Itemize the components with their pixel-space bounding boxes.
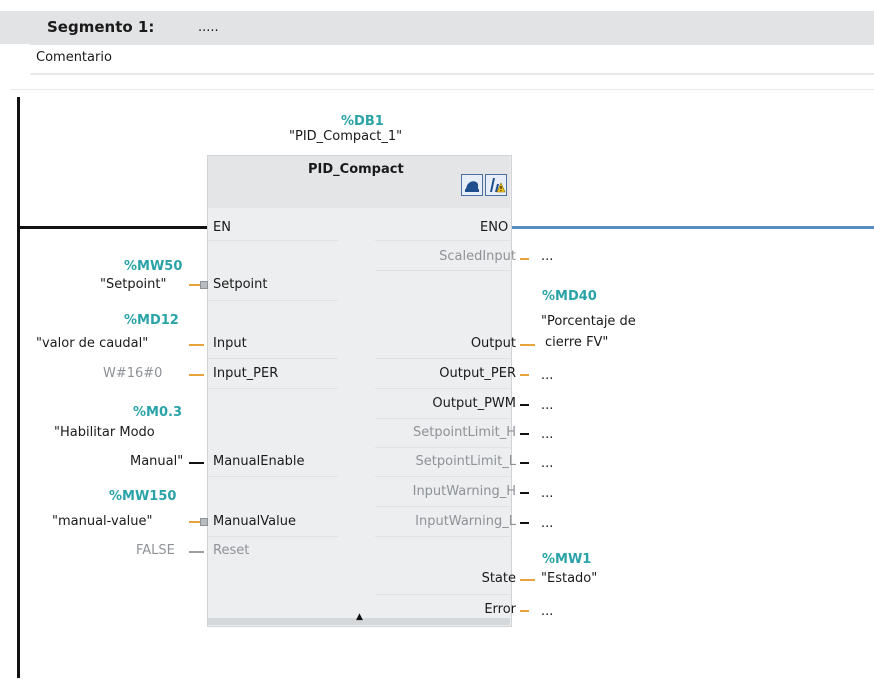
pin-divider (375, 536, 510, 537)
reset-connector (189, 551, 204, 553)
pin-divider (208, 536, 338, 537)
scaled-input-value[interactable]: ... (541, 249, 553, 264)
pin-output[interactable]: Output (471, 336, 516, 351)
manual-value-symbol[interactable]: "manual-value" (52, 514, 153, 529)
pin-divider (375, 594, 510, 595)
pin-input-warning-l[interactable]: InputWarning_L (415, 514, 516, 529)
pin-reset[interactable]: Reset (213, 543, 249, 558)
pin-input-per[interactable]: Input_PER (213, 366, 278, 381)
output-pwm-connector (520, 404, 529, 406)
manual-enable-connector (189, 462, 204, 464)
error-value[interactable]: ... (541, 604, 553, 619)
left-power-rail (17, 97, 20, 678)
pin-divider (208, 358, 338, 359)
segment-title: Segmento 1: (47, 18, 155, 36)
setpoint-limit-h-value[interactable]: ... (541, 427, 553, 442)
reset-value[interactable]: FALSE (136, 543, 175, 558)
pid-compact-block[interactable] (207, 155, 512, 627)
input-tag[interactable]: %MD12 (124, 313, 179, 328)
pin-scaled-input[interactable]: ScaledInput (439, 249, 516, 264)
pin-setpoint[interactable]: Setpoint (213, 277, 268, 292)
state-connector (520, 579, 535, 581)
pin-divider (375, 418, 510, 419)
pin-error[interactable]: Error (484, 602, 516, 617)
pin-output-per[interactable]: Output_PER (439, 366, 516, 381)
output-connector (520, 344, 535, 346)
input-per-value[interactable]: W#16#0 (103, 366, 162, 381)
pin-divider (375, 506, 510, 507)
output-tag[interactable]: %MD40 (542, 289, 597, 304)
setpoint-symbol[interactable]: "Setpoint" (100, 277, 166, 292)
pin-input-warning-h[interactable]: InputWarning_H (413, 484, 516, 499)
pin-divider (375, 358, 510, 359)
input-connector (189, 344, 204, 346)
instance-db-address[interactable]: %DB1 (341, 114, 384, 129)
state-symbol[interactable]: "Estado" (541, 571, 597, 586)
input-warning-l-connector (520, 522, 529, 524)
block-type-name: PID_Compact (308, 162, 404, 177)
manual-value-tag[interactable]: %MW150 (109, 489, 176, 504)
segment-comment-text: Comentario (36, 50, 112, 65)
manual-enable-symbol-line1[interactable]: "Habilitar Modo (54, 425, 155, 440)
setpoint-tag[interactable]: %MW50 (124, 259, 182, 274)
setpoint-limit-l-value[interactable]: ... (541, 456, 553, 471)
scaled-input-connector (520, 258, 529, 260)
eno-wire[interactable] (510, 226, 874, 229)
pin-divider (375, 476, 510, 477)
input-warning-h-value[interactable]: ... (541, 486, 553, 501)
output-symbol-line2[interactable]: cierre FV" (545, 335, 608, 350)
pin-manual-enable[interactable]: ManualEnable (213, 454, 305, 469)
manual-value-conversion-icon (200, 518, 208, 526)
en-wire[interactable] (20, 226, 208, 229)
input-symbol[interactable]: "valor de caudal" (36, 336, 148, 351)
segment-title-field[interactable]: ..... (198, 20, 219, 35)
pin-en[interactable]: EN (213, 220, 231, 235)
expand-arrow-icon[interactable]: ▲ (356, 612, 363, 622)
pin-output-pwm[interactable]: Output_PWM (432, 396, 516, 411)
output-per-connector (520, 374, 529, 376)
pin-setpoint-limit-h[interactable]: SetpointLimit_H (413, 425, 516, 440)
pin-setpoint-limit-l[interactable]: SetpointLimit_L (416, 454, 516, 469)
output-symbol-line1[interactable]: "Porcentaje de (541, 314, 636, 329)
pin-eno[interactable]: ENO (480, 220, 508, 235)
pin-state[interactable]: State (482, 571, 516, 586)
input-warning-h-connector (520, 492, 529, 494)
input-warning-l-value[interactable]: ... (541, 516, 553, 531)
setpoint-conversion-icon (200, 281, 208, 289)
manual-enable-tag[interactable]: %M0.3 (133, 405, 182, 420)
setpoint-connector (189, 284, 200, 286)
segment-comment-field[interactable] (30, 44, 874, 75)
input-per-connector (189, 374, 204, 376)
pin-divider (208, 300, 338, 301)
output-per-value[interactable]: ... (541, 368, 553, 383)
commissioning-icon[interactable] (461, 174, 483, 196)
configuration-icon[interactable] (485, 174, 507, 196)
pin-divider (375, 388, 510, 389)
manual-enable-symbol-line2[interactable]: Manual" (130, 454, 183, 469)
pin-manual-value[interactable]: ManualValue (213, 514, 296, 529)
pin-divider (208, 240, 338, 241)
pin-input[interactable]: Input (213, 336, 247, 351)
setpoint-limit-l-connector (520, 462, 529, 464)
pin-divider (375, 447, 510, 448)
pin-divider (375, 240, 510, 241)
output-pwm-value[interactable]: ... (541, 398, 553, 413)
instance-db-name[interactable]: "PID_Compact_1" (289, 129, 402, 144)
pin-divider (208, 388, 338, 389)
error-connector (520, 610, 529, 612)
setpoint-limit-h-connector (520, 433, 529, 435)
pin-divider (208, 476, 338, 477)
pin-divider (375, 270, 510, 271)
state-tag[interactable]: %MW1 (542, 552, 591, 567)
manual-value-connector (189, 521, 200, 523)
